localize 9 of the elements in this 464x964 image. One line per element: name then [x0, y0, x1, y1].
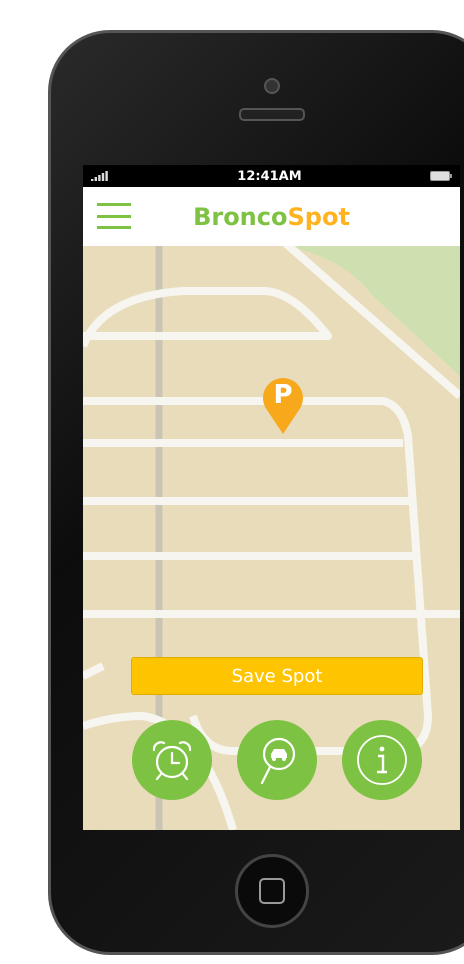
info-icon	[355, 733, 409, 787]
speaker-grille	[238, 108, 304, 120]
signal-icon	[91, 171, 109, 181]
status-time: 12:41AM	[237, 168, 302, 184]
menu-button[interactable]	[97, 203, 131, 229]
battery-icon	[430, 171, 452, 181]
camera-icon	[264, 78, 280, 94]
save-spot-button[interactable]: Save Spot	[131, 657, 423, 695]
app-logo: BroncoSpot	[193, 202, 350, 230]
